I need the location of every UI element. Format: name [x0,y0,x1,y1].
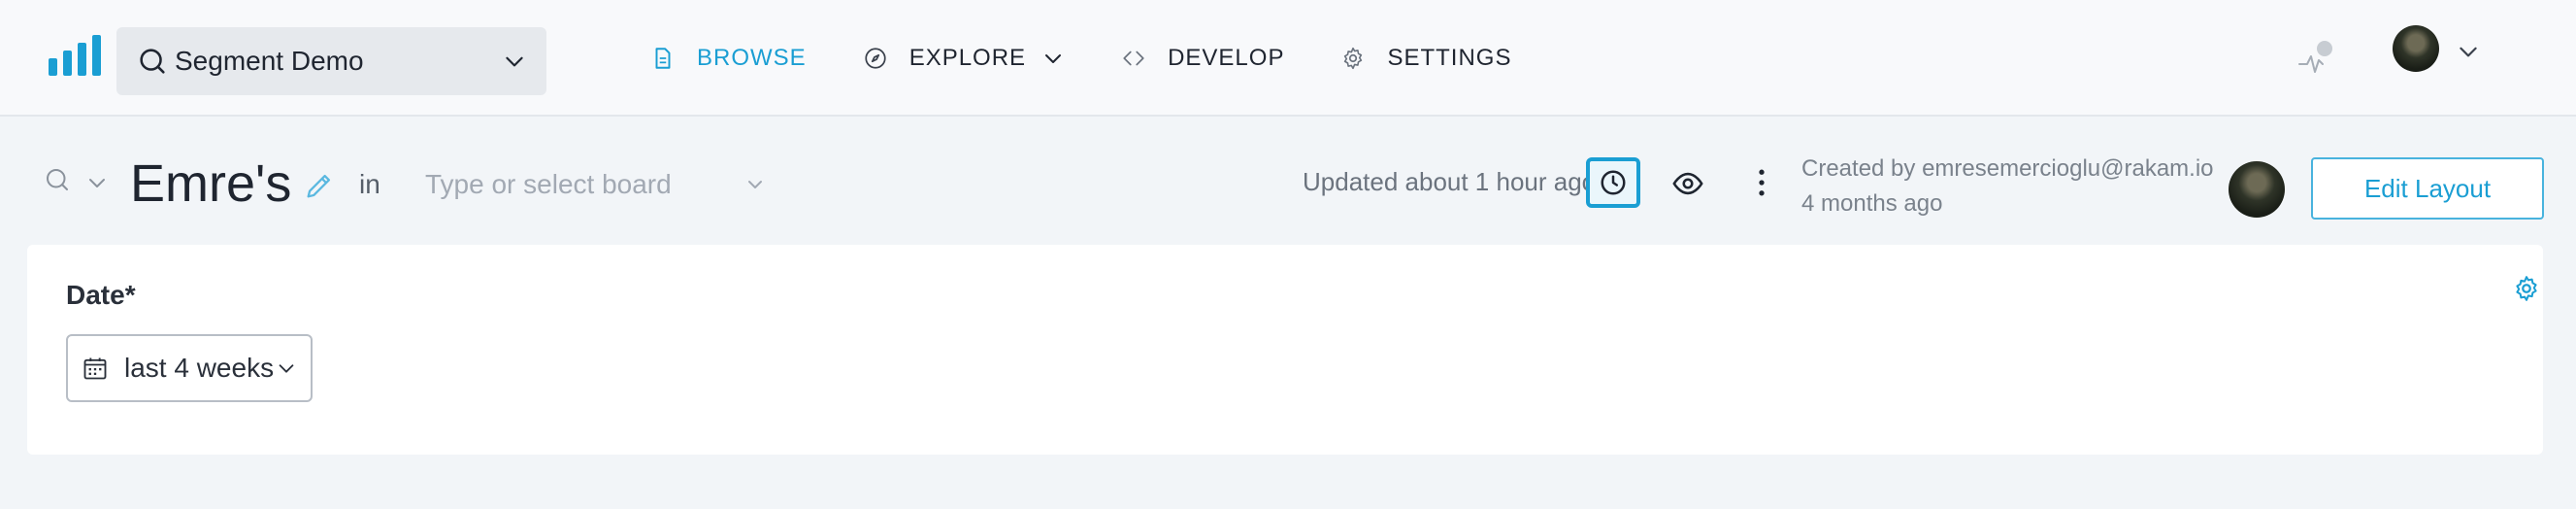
top-navbar: Segment Demo BROWSE EXPLORE DEVELOP SETT… [0,0,2576,117]
eye-icon[interactable] [1671,167,1704,200]
gear-icon [1344,47,1363,70]
filter-card: Date* last 4 weeks [27,245,2543,455]
filter-settings-gear-icon[interactable] [2512,274,2541,303]
in-label: in [359,169,380,199]
chevron-down-icon[interactable] [85,171,109,194]
chevron-down-icon [506,56,523,67]
nav-explore-label: EXPLORE [908,45,1027,71]
app-logo-icon[interactable] [49,33,103,76]
nav-explore[interactable]: EXPLORE [863,29,1065,87]
activity-pulse-icon[interactable] [2295,37,2338,80]
board-select-placeholder: Type or select board [425,169,672,199]
more-options-icon[interactable] [1747,165,1776,200]
creator-avatar [2229,161,2285,218]
date-filter-select[interactable]: last 4 weeks [66,334,313,402]
nav-develop[interactable]: DEVELOP [1121,29,1284,87]
project-selector[interactable]: Segment Demo [116,27,546,95]
pencil-edit-icon[interactable] [303,169,336,202]
edit-layout-button[interactable]: Edit Layout [2311,157,2544,220]
chevron-down-icon [279,364,294,373]
nav-browse[interactable]: BROWSE [650,29,807,87]
document-icon [655,48,671,69]
report-title[interactable]: Emre's [130,153,291,214]
nav-browse-label: BROWSE [697,45,807,71]
chevron-down-icon [1045,54,1062,63]
search-icon[interactable] [43,165,72,194]
nav-settings[interactable]: SETTINGS [1340,29,1511,87]
project-name: Segment Demo [175,46,364,76]
date-filter-value: last 4 weeks [124,353,275,383]
main-nav: BROWSE EXPLORE DEVELOP SETTINGS [650,0,1568,117]
date-filter-label: Date* [66,280,136,310]
created-by: Created by emresemercioglu@rakam.io [1801,155,2214,182]
nav-develop-label: DEVELOP [1168,45,1285,71]
history-button[interactable] [1586,157,1640,208]
chevron-down-icon[interactable] [2456,39,2481,64]
board-select[interactable]: Type or select board [425,159,767,210]
clock-icon [1601,170,1626,195]
nav-settings-label: SETTINGS [1387,45,1512,71]
user-avatar[interactable] [2393,25,2439,72]
search-icon [140,49,165,74]
created-when: 4 months ago [1801,190,1943,217]
calendar-icon [83,357,107,380]
updated-timestamp: Updated about 1 hour ago [1303,167,1597,196]
compass-icon [865,48,886,69]
chevron-down-icon [748,181,762,188]
code-icon [1123,51,1144,66]
